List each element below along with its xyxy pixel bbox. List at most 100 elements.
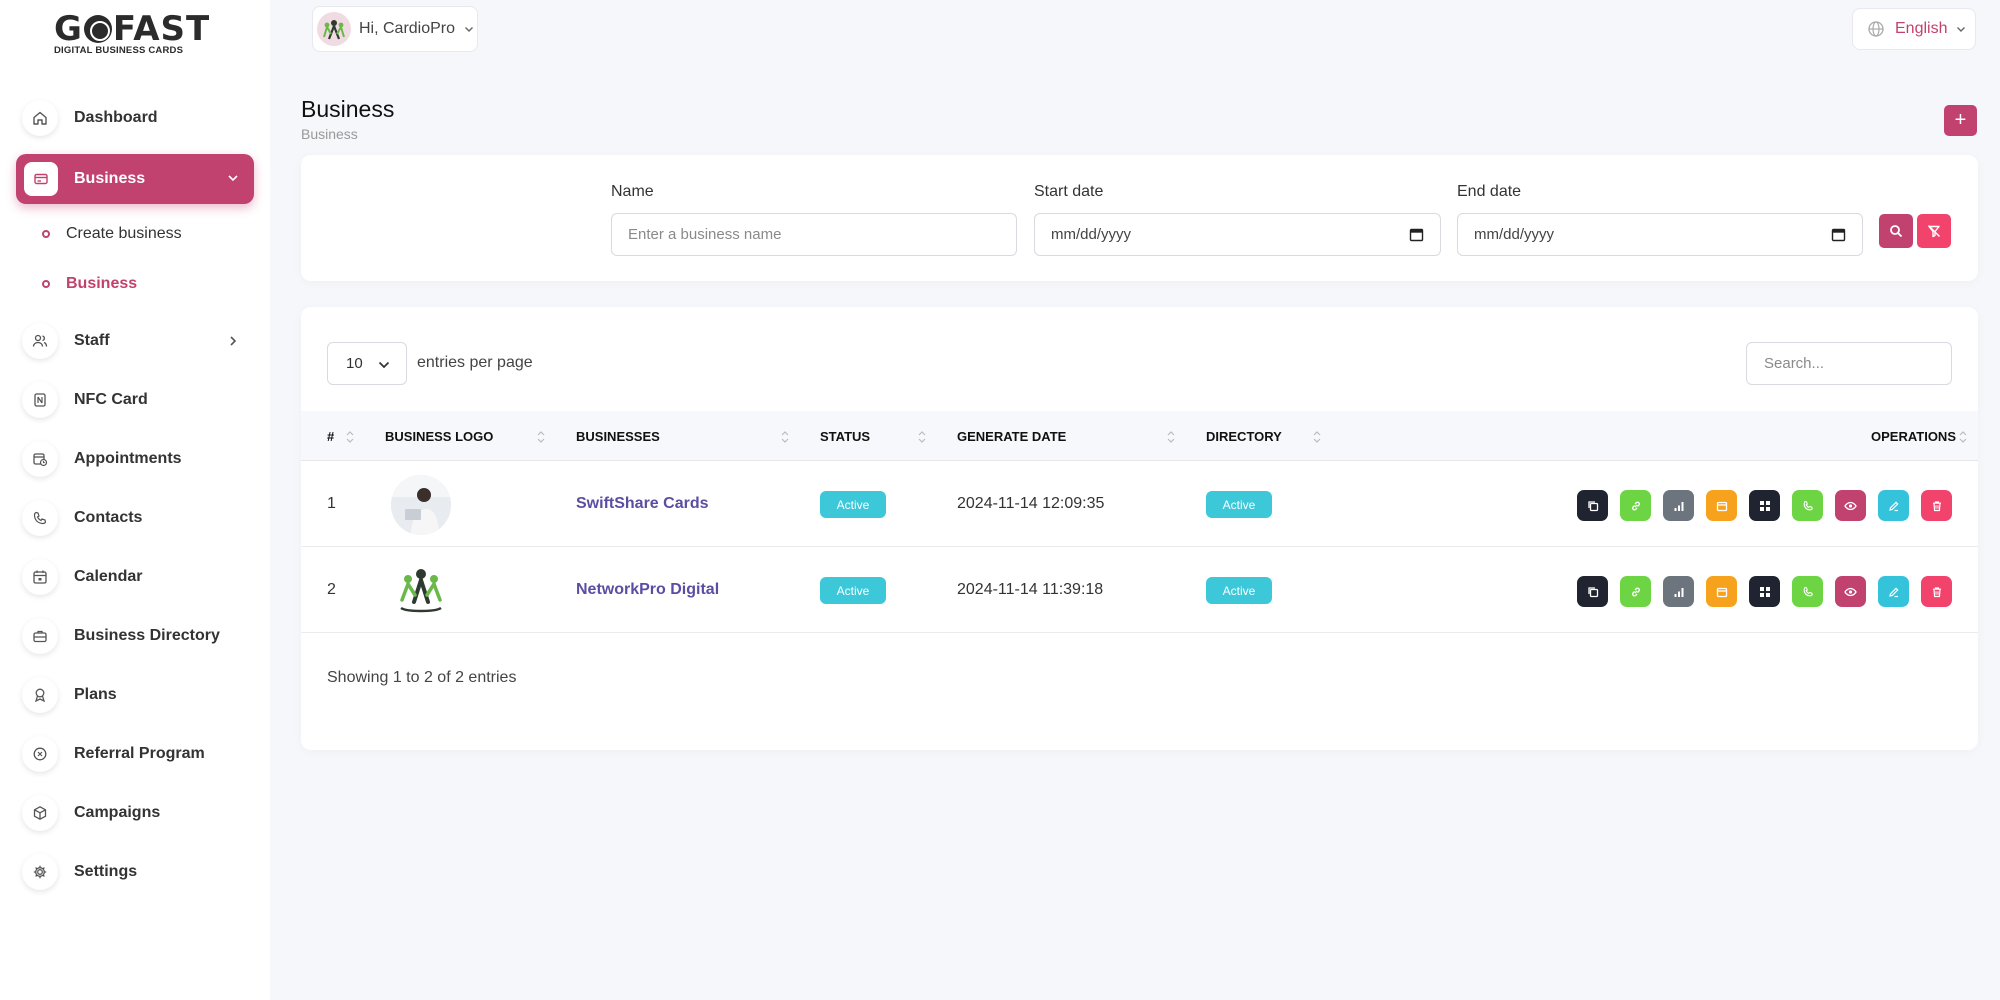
pagination-info: Showing 1 to 2 of 2 entries	[327, 669, 517, 686]
sidebar-item-staff[interactable]: Staff	[16, 316, 254, 366]
sidebar-item-business-directory[interactable]: Business Directory	[16, 611, 254, 661]
qr-code-button[interactable]	[1749, 576, 1780, 607]
edit-button[interactable]	[1878, 490, 1909, 521]
sidebar-item-appointments[interactable]: Appointments	[16, 434, 254, 484]
language-selector[interactable]: English	[1852, 8, 1976, 50]
card-icon	[24, 162, 58, 196]
breadcrumb[interactable]: Business	[301, 126, 358, 142]
business-name-link[interactable]: SwiftShare Cards	[576, 495, 708, 513]
delete-button[interactable]	[1921, 490, 1952, 521]
sidebar-item-label: Plans	[74, 686, 117, 703]
column-header-business-logo[interactable]: Business Logo	[385, 429, 493, 444]
sidebar-item-label: Campaigns	[74, 804, 161, 821]
gofast-logo[interactable]: G FAST DIGITAL BUSINESS CARDS	[54, 12, 218, 56]
chevron-down-icon	[226, 171, 240, 185]
contacts-button[interactable]	[1792, 576, 1823, 607]
box-icon	[22, 795, 58, 831]
award-icon	[22, 677, 58, 713]
sidebar-item-label: Settings	[74, 863, 138, 880]
search-icon	[1889, 224, 1903, 238]
calendar-icon	[1716, 500, 1728, 512]
sidebar-item-campaigns[interactable]: Campaigns	[16, 788, 254, 838]
language-label: English	[1895, 20, 1948, 37]
sidebar-item-label: Calendar	[74, 568, 143, 585]
copy-button[interactable]	[1577, 490, 1608, 521]
copy-icon	[1587, 586, 1599, 598]
submenu-business[interactable]: Business	[42, 275, 137, 293]
user-menu[interactable]: Hi, CardioPro	[312, 6, 478, 52]
sort-icon[interactable]	[1166, 429, 1176, 445]
contacts-button[interactable]	[1792, 490, 1823, 521]
calendar-icon[interactable]	[1831, 227, 1846, 242]
sidebar-item-contacts[interactable]: Contacts	[16, 493, 254, 543]
qr-icon	[1759, 500, 1771, 512]
delete-button[interactable]	[1921, 576, 1952, 607]
sidebar-item-nfc-card[interactable]: NFC Card	[16, 375, 254, 425]
column-header-operations[interactable]: Operations	[1871, 429, 1956, 444]
start-date-label: Start date	[1034, 183, 1104, 200]
sort-icon[interactable]	[1312, 429, 1322, 445]
column-header-directory[interactable]: Directory	[1206, 429, 1282, 444]
start-date-value: mm/dd/yyyy	[1051, 226, 1132, 243]
view-button[interactable]	[1835, 490, 1866, 521]
table-search-input[interactable]: Search...	[1746, 342, 1952, 385]
sidebar-item-label: Appointments	[74, 450, 182, 467]
calendar-icon	[1716, 586, 1728, 598]
submenu-create-business[interactable]: Create business	[42, 225, 182, 243]
analytics-button[interactable]	[1663, 576, 1694, 607]
link-button[interactable]	[1620, 490, 1651, 521]
sidebar-item-label: NFC Card	[74, 391, 148, 408]
phone-icon	[22, 500, 58, 536]
status-badge[interactable]: Active	[820, 577, 886, 604]
copy-button[interactable]	[1577, 576, 1608, 607]
sidebar-item-label: Contacts	[74, 509, 143, 526]
link-button[interactable]	[1620, 576, 1651, 607]
search-button[interactable]	[1879, 214, 1913, 248]
sidebar-item-plans[interactable]: Plans	[16, 670, 254, 720]
calendar-clock-icon	[22, 441, 58, 477]
submenu-label: Business	[66, 275, 138, 292]
appointments-button[interactable]	[1706, 576, 1737, 607]
referral-icon	[22, 736, 58, 772]
sort-icon[interactable]	[917, 429, 927, 445]
directory-badge[interactable]: Active	[1206, 577, 1272, 604]
column-header-businesses[interactable]: Businesses	[576, 429, 660, 444]
appointments-button[interactable]	[1706, 490, 1737, 521]
add-business-button[interactable]: +	[1944, 105, 1977, 136]
entries-per-page-select[interactable]: 10	[327, 342, 407, 385]
bullet-icon	[42, 230, 50, 238]
edit-button[interactable]	[1878, 576, 1909, 607]
business-logo-image	[391, 475, 451, 535]
analytics-button[interactable]	[1663, 490, 1694, 521]
calendar-icon[interactable]	[1409, 227, 1424, 242]
copy-icon	[1587, 500, 1599, 512]
sidebar-item-calendar[interactable]: Calendar	[16, 552, 254, 602]
edit-icon	[1888, 586, 1900, 598]
sort-icon[interactable]	[536, 429, 546, 445]
sidebar-item-referral-program[interactable]: Referral Program	[16, 729, 254, 779]
column-header-generate-date[interactable]: Generate Date	[957, 429, 1066, 444]
column-header-status[interactable]: Status	[820, 429, 870, 444]
qr-code-button[interactable]	[1749, 490, 1780, 521]
sort-icon[interactable]	[780, 429, 790, 445]
trash-icon	[1931, 500, 1943, 512]
status-badge[interactable]: Active	[820, 491, 886, 518]
name-filter-input[interactable]: Enter a business name	[611, 213, 1017, 256]
column-header-number[interactable]: #	[327, 429, 334, 444]
business-logo-image	[391, 561, 451, 621]
sort-icon[interactable]	[345, 429, 355, 445]
business-name-link[interactable]: NetworkPro Digital	[576, 581, 719, 599]
directory-badge[interactable]: Active	[1206, 491, 1272, 518]
clear-filter-button[interactable]	[1917, 214, 1951, 248]
sidebar-item-dashboard[interactable]: Dashboard	[16, 93, 254, 143]
trash-icon	[1931, 586, 1943, 598]
view-button[interactable]	[1835, 576, 1866, 607]
sidebar-item-label: Dashboard	[74, 109, 158, 126]
chevron-down-icon	[1955, 23, 1967, 35]
start-date-input[interactable]: mm/dd/yyyy	[1034, 213, 1441, 256]
sidebar-item-business[interactable]: Business	[16, 154, 254, 204]
sort-icon[interactable]	[1958, 429, 1968, 445]
link-icon	[1630, 500, 1642, 512]
end-date-input[interactable]: mm/dd/yyyy	[1457, 213, 1863, 256]
sidebar-item-settings[interactable]: Settings	[16, 847, 254, 897]
